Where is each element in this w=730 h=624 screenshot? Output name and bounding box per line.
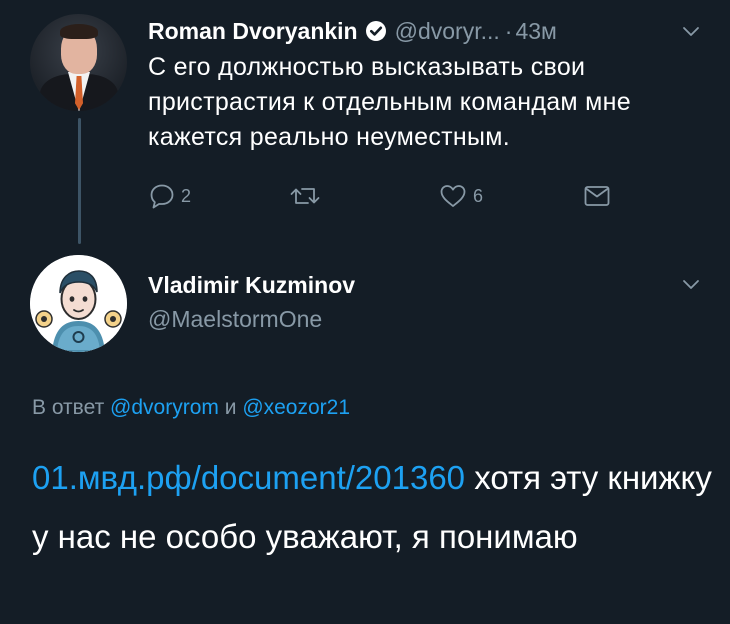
envelope-icon (584, 186, 610, 206)
parent-tweet-text: С его должностью высказывать свои пристр… (148, 53, 631, 151)
reply-mention-link[interactable]: @dvoryrom (110, 396, 219, 419)
parent-tweet-avatar[interactable] (30, 14, 127, 111)
reply-icon (150, 184, 174, 209)
main-tweet-handle[interactable]: @MaelstormOne (148, 306, 322, 333)
parent-tweet-actions: 2 6 (148, 182, 628, 212)
reply-to-prefix: В ответ (32, 396, 105, 419)
main-tweet-author-name[interactable]: Vladimir Kuzminov (148, 272, 355, 299)
parent-tweet-handle[interactable]: @dvoryr... (395, 18, 500, 45)
direct-message-button[interactable] (582, 182, 612, 210)
verified-badge-icon (365, 20, 387, 42)
parent-tweet-timestamp[interactable]: 43м (515, 18, 556, 45)
retweet-button[interactable] (288, 182, 327, 210)
tweet-thread-view: Roman Dvoryankin @dvoryr... · 43м С его … (0, 0, 730, 624)
tweet-url-link[interactable]: 01.мвд.рф/document/201360 (32, 459, 465, 496)
reply-conjunction: и (224, 396, 237, 419)
heart-icon (440, 185, 466, 207)
like-count: 6 (473, 185, 484, 206)
chevron-down-icon[interactable] (682, 26, 700, 38)
chevron-down-icon[interactable] (682, 279, 700, 291)
header-separator: · (504, 17, 513, 44)
reply-to-line: В ответ @dvoryrom и @xeozor21 (32, 396, 350, 420)
main-tweet-text: 01.мвд.рф/document/201360 хотя эту книжк… (32, 448, 712, 566)
main-tweet-avatar[interactable] (30, 255, 127, 352)
thread-connector-line (78, 118, 81, 244)
parent-tweet-header: Roman Dvoryankin @dvoryr... · 43м (148, 14, 557, 48)
like-button[interactable]: 6 (438, 182, 483, 210)
reply-button[interactable]: 2 (148, 182, 191, 210)
reply-mention-link[interactable]: @xeozor21 (242, 396, 350, 419)
cartoon-avatar-image (30, 255, 127, 352)
reply-count: 2 (181, 185, 192, 206)
parent-tweet-author-name[interactable]: Roman Dvoryankin (148, 18, 358, 45)
retweet-icon (290, 188, 320, 204)
